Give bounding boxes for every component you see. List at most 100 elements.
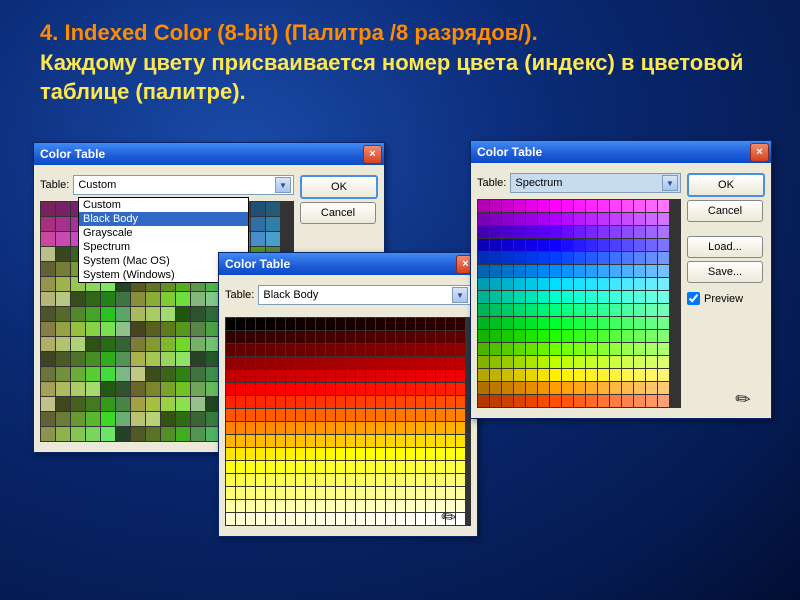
swatch[interactable] [598,330,609,342]
swatch[interactable] [336,513,345,525]
swatch[interactable] [86,307,100,321]
swatch[interactable] [246,318,255,330]
swatch[interactable] [356,409,365,421]
swatch[interactable] [622,317,633,329]
swatch[interactable] [598,317,609,329]
swatch[interactable] [396,370,405,382]
swatch[interactable] [586,395,597,407]
swatch[interactable] [336,435,345,447]
swatch[interactable] [456,318,465,330]
swatch[interactable] [634,291,645,303]
swatch[interactable] [276,474,285,486]
swatch[interactable] [116,367,130,381]
swatch[interactable] [41,292,55,306]
swatch[interactable] [56,217,70,231]
swatch[interactable] [161,352,175,366]
swatch[interactable] [56,352,70,366]
swatch[interactable] [446,344,455,356]
swatch[interactable] [610,356,621,368]
swatch[interactable] [502,200,513,212]
swatch[interactable] [286,396,295,408]
swatch[interactable] [226,461,235,473]
swatch[interactable] [366,474,375,486]
swatch[interactable] [622,343,633,355]
swatch[interactable] [574,291,585,303]
swatch[interactable] [406,396,415,408]
swatch[interactable] [236,448,245,460]
swatch[interactable] [226,396,235,408]
swatch[interactable] [41,367,55,381]
swatch[interactable] [502,395,513,407]
swatch[interactable] [514,291,525,303]
swatch[interactable] [376,370,385,382]
swatch[interactable] [246,370,255,382]
swatch[interactable] [276,448,285,460]
swatch[interactable] [131,412,145,426]
swatch[interactable] [416,422,425,434]
swatch[interactable] [251,217,265,231]
swatch[interactable] [286,435,295,447]
swatch[interactable] [146,427,160,441]
swatch[interactable] [386,357,395,369]
swatch[interactable] [86,352,100,366]
swatch[interactable] [586,330,597,342]
swatch[interactable] [306,448,315,460]
swatch[interactable] [514,252,525,264]
swatch[interactable] [514,343,525,355]
swatch[interactable] [256,474,265,486]
swatch[interactable] [366,357,375,369]
swatch[interactable] [658,356,669,368]
swatch[interactable] [276,344,285,356]
swatch[interactable] [116,292,130,306]
swatch[interactable] [326,396,335,408]
swatch[interactable] [598,265,609,277]
swatch[interactable] [326,435,335,447]
swatch[interactable] [356,383,365,395]
swatch[interactable] [246,474,255,486]
swatch[interactable] [286,500,295,512]
swatch[interactable] [550,330,561,342]
swatch[interactable] [326,422,335,434]
swatch[interactable] [236,500,245,512]
swatch[interactable] [276,435,285,447]
swatch[interactable] [336,357,345,369]
swatch[interactable] [296,318,305,330]
swatch[interactable] [478,395,489,407]
swatch[interactable] [436,383,445,395]
swatch[interactable] [246,396,255,408]
swatch[interactable] [562,382,573,394]
swatch[interactable] [56,367,70,381]
swatch[interactable] [226,331,235,343]
swatch[interactable] [56,382,70,396]
swatch[interactable] [246,409,255,421]
swatch[interactable] [574,330,585,342]
swatch[interactable] [622,382,633,394]
swatch[interactable] [456,435,465,447]
swatch[interactable] [574,304,585,316]
swatch[interactable] [514,317,525,329]
swatch[interactable] [562,291,573,303]
swatch[interactable] [316,513,325,525]
preview-checkbox[interactable] [687,292,700,305]
swatch[interactable] [416,500,425,512]
swatch[interactable] [514,356,525,368]
swatch[interactable] [396,383,405,395]
swatch[interactable] [101,337,115,351]
swatch[interactable] [446,383,455,395]
swatch[interactable] [526,356,537,368]
swatch[interactable] [406,331,415,343]
swatch[interactable] [446,357,455,369]
swatch[interactable] [490,291,501,303]
swatch[interactable] [41,352,55,366]
swatch[interactable] [550,200,561,212]
swatch[interactable] [296,513,305,525]
swatch[interactable] [550,265,561,277]
swatch[interactable] [86,337,100,351]
swatch[interactable] [191,337,205,351]
swatch[interactable] [436,331,445,343]
swatch[interactable] [336,344,345,356]
swatch[interactable] [658,291,669,303]
swatch[interactable] [316,409,325,421]
swatch[interactable] [356,370,365,382]
swatch[interactable] [316,422,325,434]
